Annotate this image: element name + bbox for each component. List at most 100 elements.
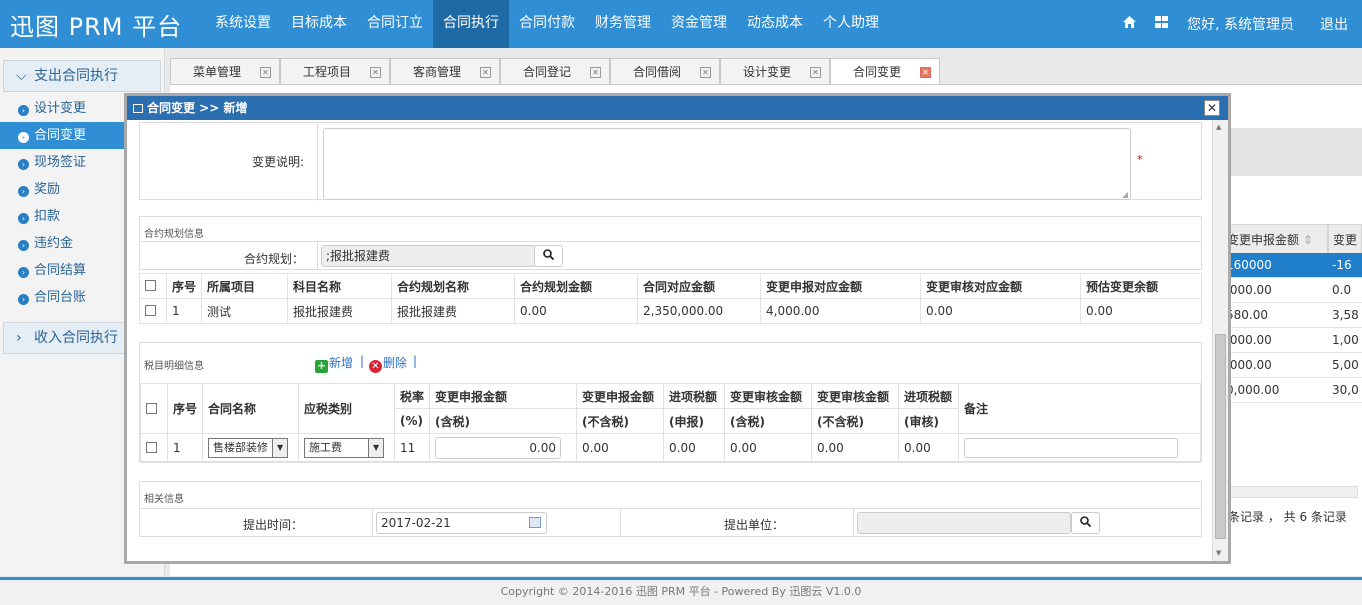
table-row[interactable]: ,000.00 5,00 bbox=[1222, 353, 1362, 378]
cell: ,000.00 bbox=[1226, 333, 1272, 347]
submit-time-input[interactable]: 2017-02-21 bbox=[376, 512, 547, 534]
row-checkbox[interactable] bbox=[146, 442, 157, 453]
select-all-checkbox[interactable] bbox=[146, 402, 157, 414]
column-header: 变更审核金额 bbox=[811, 383, 900, 409]
divider bbox=[317, 123, 318, 201]
nav-item-funds[interactable]: 资金管理 bbox=[661, 0, 737, 48]
select-value: 施工费 bbox=[309, 441, 343, 454]
sort-icon: ⇕ bbox=[1302, 233, 1313, 247]
resize-handle-icon[interactable]: ◢ bbox=[1122, 190, 1128, 199]
nav-item-dynamic-cost[interactable]: 动态成本 bbox=[737, 0, 813, 48]
nav-item-system-settings[interactable]: 系统设置 bbox=[205, 0, 281, 48]
table-row[interactable]: ,000.00 0.0 bbox=[1222, 278, 1362, 303]
column-header-change[interactable]: 变更 bbox=[1328, 224, 1362, 254]
scroll-up-arrow-icon[interactable]: ▲ bbox=[1216, 123, 1225, 132]
tab-menu-management[interactable]: 菜单管理 ✕ bbox=[170, 58, 280, 84]
tab-label: 合同登记 bbox=[523, 65, 572, 79]
contract-name-select[interactable]: 售楼部装修 ▼ bbox=[208, 438, 289, 458]
nav-item-finance[interactable]: 财务管理 bbox=[585, 0, 661, 48]
divider bbox=[620, 508, 621, 537]
dialog-title-bar[interactable]: 合同变更 >> 新增 ✕ bbox=[127, 96, 1228, 120]
tab-projects[interactable]: 工程项目 ✕ bbox=[280, 58, 390, 84]
close-icon[interactable]: ✕ bbox=[480, 67, 491, 78]
close-icon[interactable]: ✕ bbox=[370, 67, 381, 78]
close-icon[interactable]: ✕ bbox=[810, 67, 821, 78]
dropdown-arrow-icon: ▼ bbox=[272, 439, 288, 457]
divider bbox=[140, 508, 1201, 509]
plus-icon: + bbox=[315, 359, 328, 373]
cell: 2,350,000.00 bbox=[637, 298, 762, 324]
brand-logo[interactable]: 迅图 PRM 平台 bbox=[10, 7, 182, 42]
cell: 0.00 bbox=[514, 298, 639, 324]
column-header: 预估变更余额 bbox=[1080, 273, 1202, 299]
cell: 4,000.00 bbox=[760, 298, 922, 324]
close-icon[interactable]: ✕ bbox=[590, 67, 601, 78]
tab-label: 工程项目 bbox=[303, 65, 352, 79]
table-row[interactable]: 160000 -16 bbox=[1222, 253, 1362, 278]
nav-item-contract-payment[interactable]: 合同付款 bbox=[509, 0, 585, 48]
cell: 0.00 bbox=[663, 433, 726, 463]
submit-unit-input[interactable] bbox=[857, 512, 1071, 534]
row-checkbox[interactable] bbox=[145, 305, 156, 316]
plan-info-box: 合约规划信息 合约规划： ;报批报建费 bbox=[139, 216, 1202, 270]
tax-detail-box: 税目明细信息 + 新增 | ✕ 删除 | 序号 合同名称 应税类别 税率 变更申报金… bbox=[139, 342, 1202, 463]
close-icon[interactable]: ✕ bbox=[700, 67, 711, 78]
plan-table: 序号 所属项目 科目名称 合约规划名称 合约规划金额 合同对应金额 变更申报对应… bbox=[139, 273, 1202, 324]
tab-design-change[interactable]: 设计变更 ✕ bbox=[720, 58, 830, 84]
column-label: 变更 bbox=[1333, 233, 1358, 247]
cell: -16 bbox=[1332, 258, 1352, 272]
close-icon[interactable]: ✕ bbox=[920, 67, 931, 78]
search-icon bbox=[543, 249, 555, 261]
sidebar-section-expense-execution[interactable]: ⌵ 支出合同执行 bbox=[3, 60, 161, 92]
plan-input[interactable]: ;报批报建费 bbox=[321, 245, 536, 267]
nav-item-contract-execution[interactable]: 合同执行 bbox=[433, 0, 509, 48]
tab-contract-register[interactable]: 合同登记 ✕ bbox=[500, 58, 610, 84]
grid-icon[interactable] bbox=[1145, 16, 1177, 32]
footer: Copyright © 2014-2016 迅图 PRM 平台 - Powere… bbox=[0, 580, 1362, 605]
tab-bar: 菜单管理 ✕ 工程项目 ✕ 客商管理 ✕ 合同登记 ✕ 合同借阅 ✕ 设计变更 ✕ 合同变更… bbox=[170, 58, 940, 84]
scrollbar-thumb[interactable] bbox=[1215, 334, 1226, 539]
tab-label: 合同借阅 bbox=[633, 65, 682, 79]
scroll-down-arrow-icon[interactable]: ▼ bbox=[1216, 549, 1225, 558]
remark-input[interactable] bbox=[964, 438, 1179, 458]
column-header-change-declared[interactable]: 变更申报金额 ⇕ bbox=[1222, 224, 1328, 254]
user-greeting[interactable]: 您好, 系统管理员 bbox=[1177, 14, 1308, 34]
cell: 30,0 bbox=[1332, 383, 1359, 397]
nav-item-target-cost[interactable]: 目标成本 bbox=[281, 0, 357, 48]
add-button[interactable]: + 新增 bbox=[315, 354, 353, 373]
submit-unit-search-button[interactable] bbox=[1071, 512, 1100, 534]
declare-amount-input[interactable]: 0.00 bbox=[435, 437, 562, 459]
plan-label: 合约规划： bbox=[244, 252, 305, 266]
cell: 3,58 bbox=[1332, 308, 1359, 322]
tax-type-select[interactable]: 施工费 ▼ bbox=[304, 438, 385, 458]
select-all-checkbox[interactable] bbox=[145, 280, 156, 291]
nav-item-contract-signing[interactable]: 合同订立 bbox=[357, 0, 433, 48]
calendar-icon[interactable] bbox=[529, 517, 541, 528]
column-header: 变更申报金额 bbox=[429, 383, 578, 409]
horizontal-scrollbar[interactable] bbox=[1228, 486, 1358, 498]
table-row[interactable]: 1 测试 报批报建费 报批报建费 0.00 2,350,000.00 4,000… bbox=[139, 298, 1202, 324]
table-row[interactable]: 580.00 3,58 bbox=[1222, 303, 1362, 328]
home-icon[interactable] bbox=[1113, 16, 1145, 32]
nav-item-personal-assistant[interactable]: 个人助理 bbox=[813, 0, 889, 48]
tab-contract-borrow[interactable]: 合同借阅 ✕ bbox=[610, 58, 720, 84]
table-row[interactable]: 0,000.00 30,0 bbox=[1222, 378, 1362, 403]
table-row[interactable]: 1 售楼部装修 ▼ 施工费 ▼ 11 0.00 0.00 0.00 0.00 0… bbox=[140, 433, 1201, 463]
change-description-textarea[interactable]: ◢ bbox=[323, 128, 1131, 200]
circle-arrow-icon: › bbox=[18, 240, 29, 251]
dialog-vertical-scrollbar[interactable]: ▲ ▼ bbox=[1212, 120, 1228, 561]
column-header: 序号 bbox=[166, 383, 204, 434]
column-header: (审核) bbox=[898, 408, 960, 434]
tab-merchants[interactable]: 客商管理 ✕ bbox=[390, 58, 500, 84]
logout-link[interactable]: 退出 bbox=[1308, 14, 1362, 34]
close-icon[interactable]: ✕ bbox=[260, 67, 271, 78]
table-row[interactable]: ,000.00 1,00 bbox=[1222, 328, 1362, 353]
column-header: 科目名称 bbox=[287, 273, 393, 299]
tab-contract-change[interactable]: 合同变更 ✕ bbox=[830, 58, 940, 84]
plan-search-button[interactable] bbox=[534, 245, 563, 267]
column-header: 序号 bbox=[165, 273, 203, 299]
separator: | bbox=[413, 354, 418, 368]
delete-button[interactable]: ✕ 删除 bbox=[369, 354, 407, 373]
cell: 0.00 bbox=[811, 433, 900, 463]
close-dialog-button[interactable]: ✕ bbox=[1204, 100, 1220, 116]
